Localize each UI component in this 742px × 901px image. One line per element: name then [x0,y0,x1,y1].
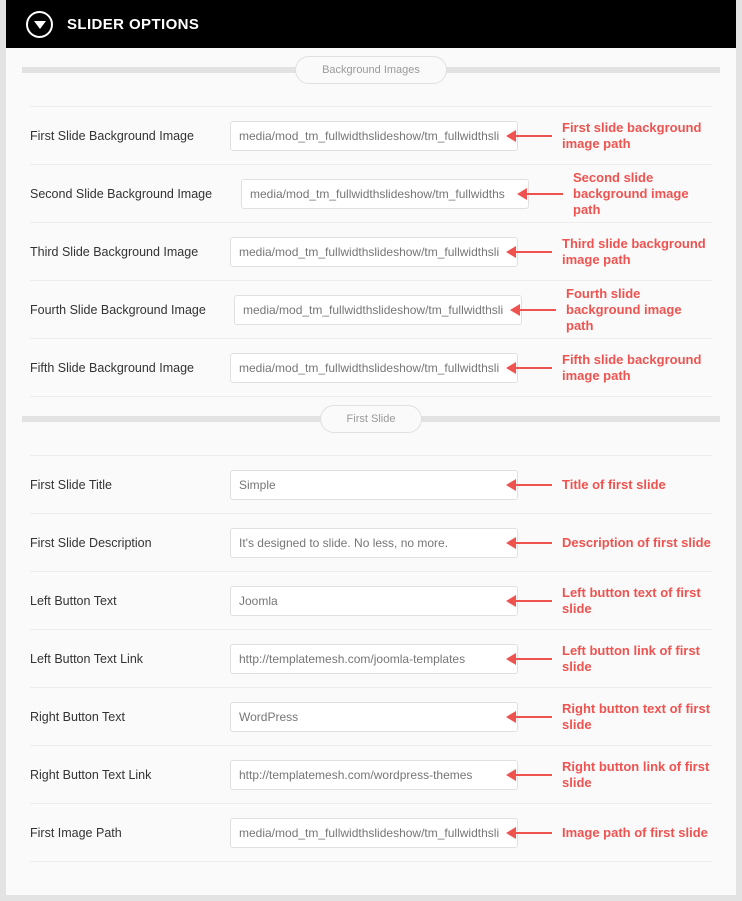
field-label: Third Slide Background Image [30,244,199,259]
field-rows: First Slide Title Simple Title of first sl… [6,455,736,861]
text-input[interactable]: http://templatemesh.com/wordpress-themes [230,759,518,790]
annotation-text: Image path of first slide [562,824,708,840]
arrow-shaft [514,366,552,369]
chevron-down-circle-icon[interactable] [26,10,53,38]
annotation: First slide background image path [506,120,712,152]
arrow-shaft [518,308,556,311]
field-row: Left Button Text Joomla Left button text o… [30,571,712,629]
field-row: Left Button Text Link http://templatemesh… [30,629,712,687]
field-row: Second Slide Background Image media/mod_t… [30,164,712,222]
text-input[interactable]: media/mod_tm_fullwidthslideshow/tm_fullw… [230,120,518,151]
field-row: Right Button Text Link http://templatemes… [30,745,712,803]
field-label: Fifth Slide Background Image [30,360,194,375]
text-input[interactable]: WordPress [230,701,518,732]
field-input-area: Joomla Left button text of first slide [30,572,712,629]
chevron-down-glyph [33,20,46,29]
arrow-shaft [514,483,552,486]
arrow-shaft [514,831,552,834]
annotation-text: Right button text of first slide [562,700,711,732]
annotation-text: Left button text of first slide [562,584,701,616]
annotation: Right button link of first slide [506,759,712,791]
section-bottom-rule [30,861,712,862]
sections-container: Background Images First Slide Background … [6,48,736,862]
annotation-text: Title of first slide [562,476,666,492]
field-row: First Slide Description It's designed to … [30,513,712,571]
field-label: First Slide Title [30,477,112,492]
field-input-area: WordPress Right button text of first slid… [30,688,712,745]
field-label: Right Button Text Link [30,767,152,782]
text-input[interactable]: media/mod_tm_fullwidthslideshow/tm_fullw… [234,294,522,325]
text-input[interactable]: Simple [230,469,518,500]
arrow-shaft [514,250,552,253]
annotation-text: First slide background image path [562,119,702,151]
section-title: First Slide [319,405,423,433]
field-row: First Slide Background Image media/mod_tm… [30,106,712,164]
field-row: Right Button Text WordPress Right button t… [30,687,712,745]
annotation-text: Fourth slide background image path [566,285,682,333]
text-input[interactable]: media/mod_tm_fullwidthslideshow/tm_fullw… [230,817,518,848]
annotation-text: Second slide background image path [573,169,689,217]
annotation: Description of first slide [506,535,711,551]
page-title: SLIDER OPTIONS [67,15,200,33]
field-label: Left Button Text [30,593,117,608]
annotation: Second slide background image path [517,170,712,218]
field-label: Second Slide Background Image [30,186,213,201]
annotation: Title of first slide [506,477,666,493]
arrow-shaft [514,599,552,602]
field-input-area: media/mod_tm_fullwidthslideshow/tm_fullw… [30,804,712,861]
field-row: Fifth Slide Background Image media/mod_tm… [30,338,712,396]
options-section: Background Images First Slide Background … [6,48,736,397]
arrow-shaft [514,541,552,544]
annotation: Third slide background image path [506,236,712,268]
annotation: Left button text of first slide [506,585,712,617]
annotation: Right button text of first slide [506,701,712,733]
annotation-text: Description of first slide [562,534,711,550]
field-row: Third Slide Background Image media/mod_tm… [30,222,712,280]
section-divider: Background Images [22,48,720,92]
annotation-text: Third slide background image path [562,235,706,267]
arrow-shaft [514,715,552,718]
field-row: First Slide Title Simple Title of first sl… [30,455,712,513]
arrow-shaft [525,192,563,195]
field-row: First Image Path media/mod_tm_fullwidthsl… [30,803,712,861]
field-row: Fourth Slide Background Image media/mod_t… [30,280,712,338]
annotation: Left button link of first slide [506,643,712,675]
field-label: Right Button Text [30,709,125,724]
text-input[interactable]: media/mod_tm_fullwidthslideshow/tm_fullw… [230,236,518,267]
text-input[interactable]: media/mod_tm_fullwidthslideshow/tm_fullw… [230,352,518,383]
options-section: First Slide First Slide Title Simple Title … [6,397,736,862]
options-panel: Background Images First Slide Background … [6,48,736,895]
arrow-shaft [514,773,552,776]
text-input[interactable]: http://templatemesh.com/joomla-templates [230,643,518,674]
annotation-text: Fifth slide background image path [562,351,702,383]
annotation: Fifth slide background image path [506,352,712,384]
text-input[interactable]: Joomla [230,585,518,616]
field-label: First Slide Description [30,535,152,550]
arrow-shaft [514,657,552,660]
field-rows: First Slide Background Image media/mod_tm… [6,106,736,396]
field-label: Fourth Slide Background Image [30,302,206,317]
field-input-area: Simple Title of first slide [30,456,712,513]
section-title: Background Images [295,56,447,84]
panel-header[interactable]: SLIDER OPTIONS [6,0,736,48]
section-divider: First Slide [22,397,720,441]
arrow-shaft [514,134,552,137]
field-label: First Image Path [30,825,122,840]
slider-options-page: SLIDER OPTIONS Background Images First Sl… [0,0,742,901]
annotation: Fourth slide background image path [510,286,712,334]
text-input[interactable]: media/mod_tm_fullwidthslideshow/tm_fullw… [241,178,529,209]
field-label: First Slide Background Image [30,128,194,143]
annotation-text: Left button link of first slide [562,642,700,674]
annotation-text: Right button link of first slide [562,758,710,790]
text-input[interactable]: It's designed to slide. No less, no more… [230,527,518,558]
annotation: Image path of first slide [506,825,708,841]
field-label: Left Button Text Link [30,651,144,666]
